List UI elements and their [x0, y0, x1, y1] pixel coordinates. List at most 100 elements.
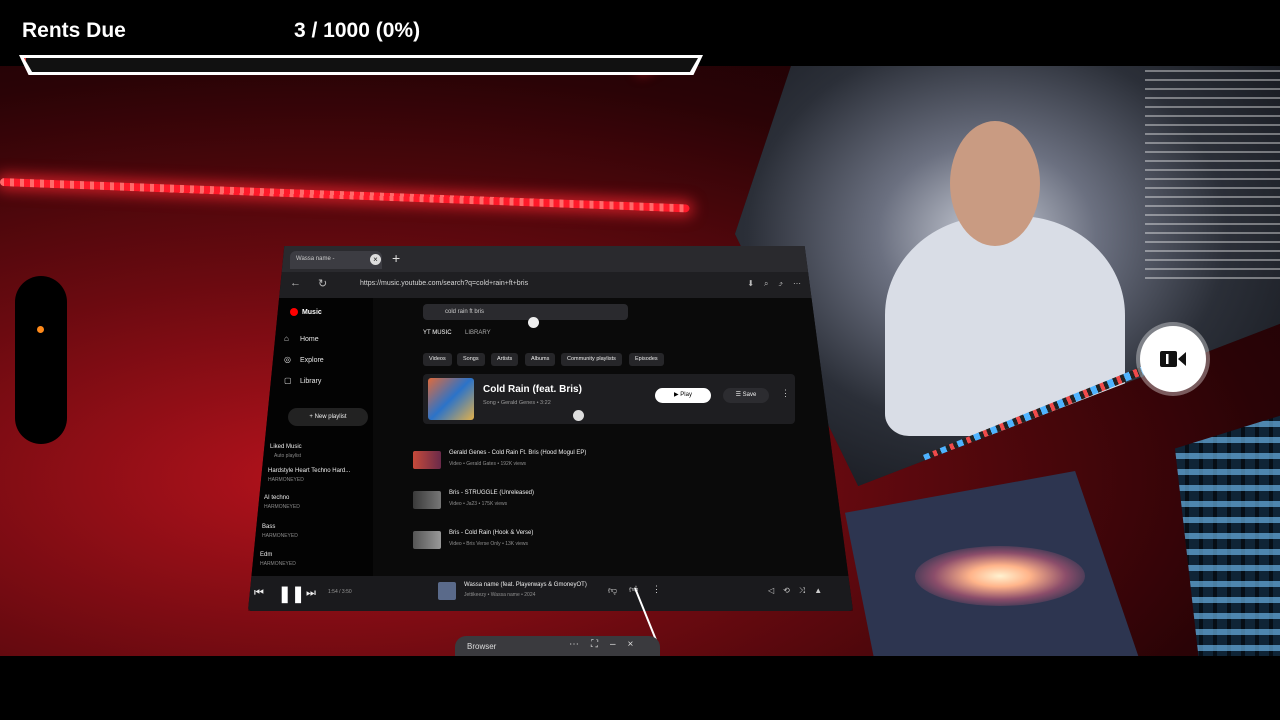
browser-window: Wassa name - × + ← ↻ https://music.youtu…: [248, 246, 853, 611]
pause-icon[interactable]: ❚❚: [278, 584, 305, 604]
address-bar-row: ← ↻ https://music.youtube.com/search?q=c…: [248, 272, 853, 298]
chip-songs[interactable]: Songs: [457, 353, 485, 366]
pointer-cursor: [573, 410, 584, 421]
top-result-title: Cold Rain (feat. Bris): [483, 384, 582, 395]
sidebar-item-label: Library: [299, 378, 322, 385]
now-playing-title[interactable]: Wassa name (feat. Playerways & GmoneyOT): [464, 582, 587, 588]
vr-room-scene: Wassa name - × + ← ↻ https://music.youtu…: [0, 66, 1280, 656]
bottom-letterbox: [0, 656, 1280, 720]
video-thumbnail: [413, 491, 441, 509]
overlay-counter: 3 / 1000 (0%): [294, 19, 421, 42]
playback-time: 1:54 / 3:50: [328, 589, 352, 595]
desktop-icon-grid: [1175, 411, 1280, 656]
save-button[interactable]: ☰ Save: [723, 388, 769, 403]
library-icon: ▢: [284, 376, 292, 385]
chip-artists[interactable]: Artists: [491, 353, 519, 366]
browser-tab[interactable]: Wassa name -: [290, 251, 382, 269]
progress-track-inner: [24, 58, 698, 72]
playlist-sub: HARMONEYED: [264, 504, 300, 510]
chip-videos[interactable]: Videos: [423, 353, 452, 366]
play-label: Play: [680, 392, 692, 398]
led-strip-light: [0, 178, 690, 213]
person-head: [950, 121, 1040, 246]
sidebar-item-home[interactable]: ⌂ Home: [284, 334, 319, 343]
tab-library[interactable]: LIBRARY: [465, 330, 491, 336]
playlist-title[interactable]: Bass: [262, 524, 275, 530]
record-video-button[interactable]: [1140, 326, 1206, 392]
playlist-sub: HARMONEYED: [268, 477, 304, 483]
album-art: [428, 378, 474, 420]
video-thumbnail: [413, 451, 441, 469]
playlist-sub: HARMONEYED: [260, 561, 296, 567]
playlist-title[interactable]: Edm: [260, 552, 272, 558]
player-bar: ⏮ ❚❚ ⏭ 1:54 / 3:50 Wassa name (feat. Pla…: [248, 576, 853, 611]
sidebar: Music ⌂ Home ◎ Explore ▢ Library + New p…: [248, 298, 373, 576]
playlist-title[interactable]: Hardstyle Heart Techno Hard...: [268, 468, 350, 474]
result-subtitle: Video • Bris Verse Only • 13K views: [449, 541, 528, 547]
top-result-subtitle: Song • Gerald Genes • 3:22: [483, 400, 551, 406]
close-tab-icon[interactable]: ×: [370, 254, 381, 265]
logo-icon: [290, 308, 298, 316]
new-playlist-button[interactable]: + New playlist: [288, 408, 368, 426]
sidebar-item-explore[interactable]: ◎ Explore: [284, 355, 324, 364]
pointer-cursor: [528, 317, 539, 328]
list-item[interactable]: Gerald Genes - Cold Rain Ft. Bris (Hood …: [413, 446, 793, 478]
tab-title: Wassa name -: [296, 256, 335, 262]
galaxy-core: [915, 546, 1085, 606]
list-item[interactable]: Bris - STRUGGLE (Unreleased) Video • Ja2…: [413, 486, 793, 518]
top-result-card[interactable]: Cold Rain (feat. Bris) Song • Gerald Gen…: [423, 374, 795, 424]
save-icon: ☰: [735, 392, 743, 398]
play-button[interactable]: ▶ Play: [655, 388, 711, 403]
result-subtitle: Video • Ja23 • 175K views: [449, 501, 508, 507]
result-title: Bris - STRUGGLE (Unreleased): [449, 490, 535, 496]
sidebar-item-library[interactable]: ▢ Library: [284, 376, 321, 385]
video-thumbnail: [413, 531, 441, 549]
address-actions-icons[interactable]: ⬇⌕⤴⋯: [747, 279, 811, 289]
thumbs-down-icon[interactable]: 👎︎: [608, 585, 617, 596]
tab-strip: Wassa name - × +: [248, 246, 853, 272]
main-content: ⌕ cold rain ft bris YT MUSIC LIBRARY Vid…: [373, 298, 853, 576]
status-dot: [37, 326, 44, 333]
now-playing-subtitle: Jettikeezy • Wassa name • 2024: [464, 592, 536, 598]
result-title: Bris - Cold Rain (Hook & Verse): [449, 530, 534, 536]
url-input[interactable]: https://music.youtube.com/search?q=cold+…: [360, 280, 528, 287]
desktop-screen: [1175, 411, 1280, 656]
more-options-icon[interactable]: ⋮: [652, 584, 661, 595]
playlist-title[interactable]: AI techno: [264, 495, 289, 501]
now-playing-art: [438, 582, 456, 600]
more-options-icon[interactable]: ⋮: [781, 388, 790, 399]
person-figure: [885, 216, 1125, 436]
galaxy-screen: [845, 471, 1140, 656]
window-taskbar: Browser ⋯⛶–×: [455, 636, 660, 658]
logo-text: Music: [301, 308, 322, 316]
list-item[interactable]: Bris - Cold Rain (Hook & Verse) Video • …: [413, 526, 793, 558]
skip-next-icon[interactable]: ⏭: [306, 587, 316, 600]
new-playlist-label: New playlist: [314, 414, 347, 420]
explore-icon: ◎: [284, 355, 291, 364]
overlay-title: Rents Due: [22, 19, 126, 42]
sidebar-item-label: Home: [299, 336, 319, 343]
chip-albums[interactable]: Albums: [525, 353, 556, 366]
player-controls-right-icons[interactable]: ◁⟲⤨▲: [768, 586, 831, 596]
window-controls-icons[interactable]: ⋯⛶–×: [569, 639, 645, 650]
result-title: Gerald Genes - Cold Rain Ft. Bris (Hood …: [449, 450, 587, 456]
sidebar-item-label: Explore: [299, 357, 324, 364]
home-icon: ⌂: [284, 334, 289, 343]
result-subtitle: Video • Gerald Gates • 192K views: [449, 461, 527, 467]
skip-previous-icon[interactable]: ⏮: [254, 587, 264, 600]
rents-progress-bar: [19, 55, 703, 75]
playlist-sub: Auto playlist: [274, 453, 301, 459]
side-controller-bar[interactable]: [15, 276, 67, 444]
search-input[interactable]: cold rain ft bris: [423, 304, 628, 320]
window-label: Browser: [467, 642, 497, 651]
reload-icon[interactable]: ↻: [318, 277, 327, 290]
tab-yt-music[interactable]: YT MUSIC: [423, 330, 452, 336]
playlist-title[interactable]: Liked Music: [270, 444, 302, 450]
back-arrow-icon[interactable]: ←: [290, 277, 301, 289]
plus-icon[interactable]: +: [392, 250, 400, 266]
video-camera-icon: [1160, 351, 1186, 367]
chat-feed: [1145, 66, 1280, 286]
chip-episodes[interactable]: Episodes: [629, 353, 664, 366]
chip-community-playlists[interactable]: Community playlists: [561, 353, 622, 366]
music-logo[interactable]: Music: [290, 308, 322, 316]
